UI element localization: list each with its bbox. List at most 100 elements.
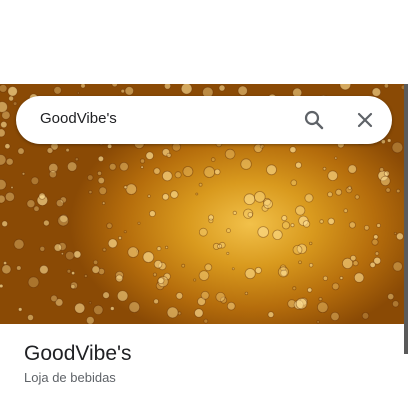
bubble — [76, 91, 80, 95]
search-bar[interactable]: GoodVibe's — [16, 96, 392, 144]
bubble — [86, 174, 94, 181]
bubble — [153, 259, 163, 269]
bubble — [308, 262, 314, 268]
bubble — [373, 234, 379, 240]
bubble — [0, 84, 8, 93]
bubble — [204, 263, 213, 272]
bubble — [137, 221, 141, 225]
bubble — [3, 261, 8, 266]
bubble — [371, 238, 379, 246]
bubble — [339, 84, 352, 91]
bubble — [165, 245, 169, 249]
bubble — [86, 316, 95, 324]
bubble — [57, 214, 69, 227]
bubble — [147, 194, 151, 198]
bubble — [74, 302, 86, 314]
bubble — [102, 247, 107, 252]
bubble — [157, 277, 165, 285]
place-info-panel[interactable]: GoodVibe's Loja de bebidas — [0, 324, 404, 408]
bubble — [331, 282, 340, 291]
bubble — [237, 85, 248, 96]
bubble — [153, 167, 161, 175]
bubble — [347, 185, 352, 190]
bubble — [289, 146, 297, 154]
bubble — [106, 222, 113, 229]
bubble — [317, 301, 329, 314]
bubble — [123, 230, 127, 234]
bubble — [277, 266, 289, 278]
bubble — [127, 246, 139, 258]
bubble — [102, 291, 110, 299]
bubble — [226, 228, 231, 234]
bubble — [396, 188, 401, 194]
bubble — [316, 320, 320, 324]
bubble — [298, 260, 302, 265]
bubble — [281, 221, 291, 230]
bubble — [97, 155, 105, 162]
bubble — [309, 241, 313, 246]
bubble — [203, 166, 216, 178]
bubble — [119, 161, 129, 172]
bubble — [101, 201, 106, 205]
bubble — [142, 251, 155, 263]
bubble — [67, 161, 78, 172]
close-icon — [357, 112, 373, 128]
bubble — [175, 292, 184, 300]
bubble — [193, 278, 197, 282]
bubble — [343, 208, 348, 213]
bubble — [53, 243, 63, 252]
bubble — [182, 166, 194, 177]
bubble — [162, 193, 170, 201]
bubble — [153, 298, 159, 305]
bubble — [376, 223, 381, 228]
bubble — [0, 128, 6, 138]
bubble — [259, 143, 265, 149]
bubble — [12, 101, 18, 106]
bubble — [0, 194, 6, 204]
bubble — [267, 311, 275, 318]
bubble — [226, 251, 230, 255]
place-title: GoodVibe's — [24, 342, 132, 365]
bubble — [27, 314, 34, 321]
search-input[interactable]: GoodVibe's — [40, 110, 117, 127]
bubble — [391, 141, 404, 154]
bubble — [70, 284, 76, 290]
bubble — [18, 307, 23, 312]
search-button[interactable] — [302, 108, 326, 132]
bubble — [231, 267, 235, 271]
bubble — [145, 151, 154, 160]
bubble — [4, 191, 15, 202]
bubble — [71, 271, 76, 276]
bubble — [322, 275, 328, 281]
bubble — [74, 157, 79, 162]
bubble — [391, 300, 400, 308]
bubble — [354, 194, 360, 200]
bubble — [327, 217, 335, 225]
bubble — [330, 311, 340, 321]
bubble — [170, 190, 179, 199]
bubble — [116, 290, 129, 302]
place-category: Loja de bebidas — [24, 370, 116, 385]
bubble — [203, 318, 209, 324]
scrollbar[interactable] — [404, 84, 408, 354]
bubble — [0, 283, 4, 289]
bubble — [244, 268, 256, 280]
bubble — [253, 191, 266, 203]
bubble — [383, 84, 389, 89]
bubble — [120, 88, 125, 94]
bubble — [327, 170, 339, 181]
bubble — [118, 235, 123, 240]
bubble — [53, 86, 62, 95]
bubble — [373, 256, 382, 265]
bubble — [254, 266, 262, 274]
bubble — [385, 187, 391, 193]
bubble — [302, 220, 311, 228]
bubble — [335, 188, 343, 196]
bubble — [125, 183, 138, 195]
close-button[interactable] — [353, 108, 377, 132]
bubble — [66, 268, 72, 274]
bubble — [327, 191, 333, 198]
bubble — [181, 263, 186, 268]
bubble — [65, 250, 75, 261]
bubble — [0, 154, 7, 166]
